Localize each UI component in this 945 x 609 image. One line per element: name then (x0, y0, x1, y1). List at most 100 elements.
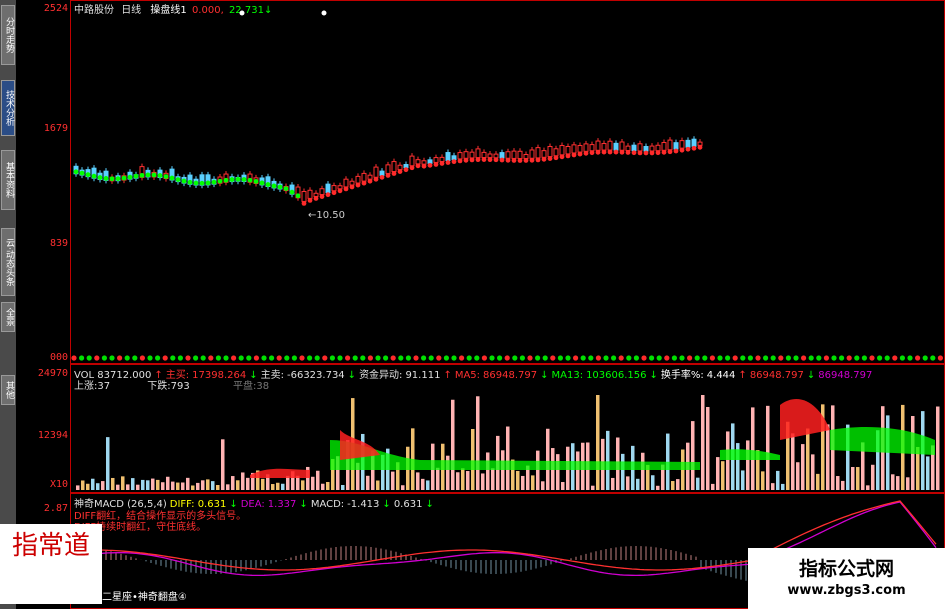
trend-dot (211, 179, 217, 185)
volume-bar (891, 474, 895, 490)
volume-bar (596, 395, 600, 490)
candle (523, 154, 529, 159)
volume-bar (856, 467, 860, 490)
volume-bar (76, 485, 80, 490)
signal-dot (481, 355, 487, 361)
candle (643, 146, 649, 152)
signal-dot (649, 355, 655, 361)
signal-dot (223, 355, 229, 361)
volume-bar (816, 473, 820, 490)
volume-bar (641, 452, 645, 490)
volume-bar (546, 428, 550, 490)
candle (583, 143, 589, 152)
candle (607, 140, 613, 151)
volume-bar (311, 476, 315, 490)
trend-dot (319, 194, 325, 199)
candle (475, 148, 481, 159)
signal-dot (489, 355, 495, 361)
volume-bar (671, 481, 675, 490)
trend-dot (529, 157, 535, 163)
volume-bar (186, 477, 190, 490)
volume-bar (316, 470, 320, 490)
trend-dot (241, 177, 247, 182)
trend-dot (607, 149, 613, 155)
signal-dot (573, 355, 579, 361)
trend-dot (115, 176, 121, 182)
trend-dot (253, 179, 259, 184)
trend-dot (571, 152, 577, 158)
candle (553, 148, 559, 157)
signal-dot (314, 355, 320, 361)
candle (445, 152, 451, 162)
volume-bar (651, 475, 655, 490)
candle (325, 183, 331, 194)
signal-dot (299, 355, 305, 361)
signal-dot (603, 355, 609, 361)
volume-bar (696, 477, 700, 490)
volume-bar (796, 462, 800, 490)
signal-dot (527, 355, 533, 361)
trend-dot (601, 149, 607, 155)
volume-bar (471, 429, 475, 490)
trend-dot (667, 149, 673, 155)
trend-dot (643, 150, 649, 156)
trend-dot (361, 180, 367, 186)
signal-dot (694, 355, 700, 361)
trend-dot (463, 157, 469, 163)
trend-dot (187, 179, 193, 185)
candle (559, 145, 565, 156)
volume-bar (721, 461, 725, 490)
candle (313, 192, 319, 197)
volume-bar (691, 421, 695, 490)
volume-bar (486, 452, 490, 490)
signal-dot (725, 355, 731, 361)
volume-bar (221, 439, 225, 490)
volume-bar (151, 478, 155, 490)
candle (565, 146, 571, 155)
volume-bar (626, 476, 630, 490)
candle (589, 144, 595, 152)
volume-bar (206, 479, 210, 490)
trend-dot (481, 157, 487, 162)
volume-bar (576, 451, 580, 490)
signal-dot (124, 355, 130, 361)
trend-dot (265, 182, 271, 187)
volume-bar (281, 483, 285, 490)
volume-bar (461, 468, 465, 490)
signal-dot (261, 355, 267, 361)
signal-dot (238, 355, 244, 361)
signal-dot (542, 355, 548, 361)
trend-dot (691, 145, 697, 151)
site-url: www.zbgs3.com (787, 583, 906, 598)
signal-dot (504, 355, 510, 361)
volume-bar (746, 440, 750, 490)
signal-dot (641, 355, 647, 361)
volume-bar (611, 477, 615, 490)
volume-bar (211, 481, 215, 490)
trend-dot (229, 177, 235, 182)
signal-dot (231, 355, 237, 361)
volume-bar (761, 471, 765, 490)
signal-dot (246, 355, 252, 361)
candle (391, 161, 397, 173)
trend-dot (199, 180, 205, 186)
signal-dot (466, 355, 472, 361)
candle (439, 156, 445, 162)
signal-dot (801, 355, 807, 361)
trend-dot (289, 189, 295, 195)
candle (427, 159, 433, 164)
candle (463, 151, 469, 159)
signal-dot (307, 355, 313, 361)
signal-dot (383, 355, 389, 361)
signal-dot (497, 355, 503, 361)
trend-dot (583, 150, 589, 156)
trend-dot (121, 175, 127, 181)
trend-dot (385, 173, 391, 178)
signal-dot (360, 355, 366, 361)
volume-bar (246, 477, 250, 490)
volume-bar (766, 405, 770, 490)
trend-dot (577, 151, 583, 157)
signal-dot (740, 355, 746, 361)
volume-bar (146, 480, 150, 490)
trend-dot (307, 198, 313, 203)
